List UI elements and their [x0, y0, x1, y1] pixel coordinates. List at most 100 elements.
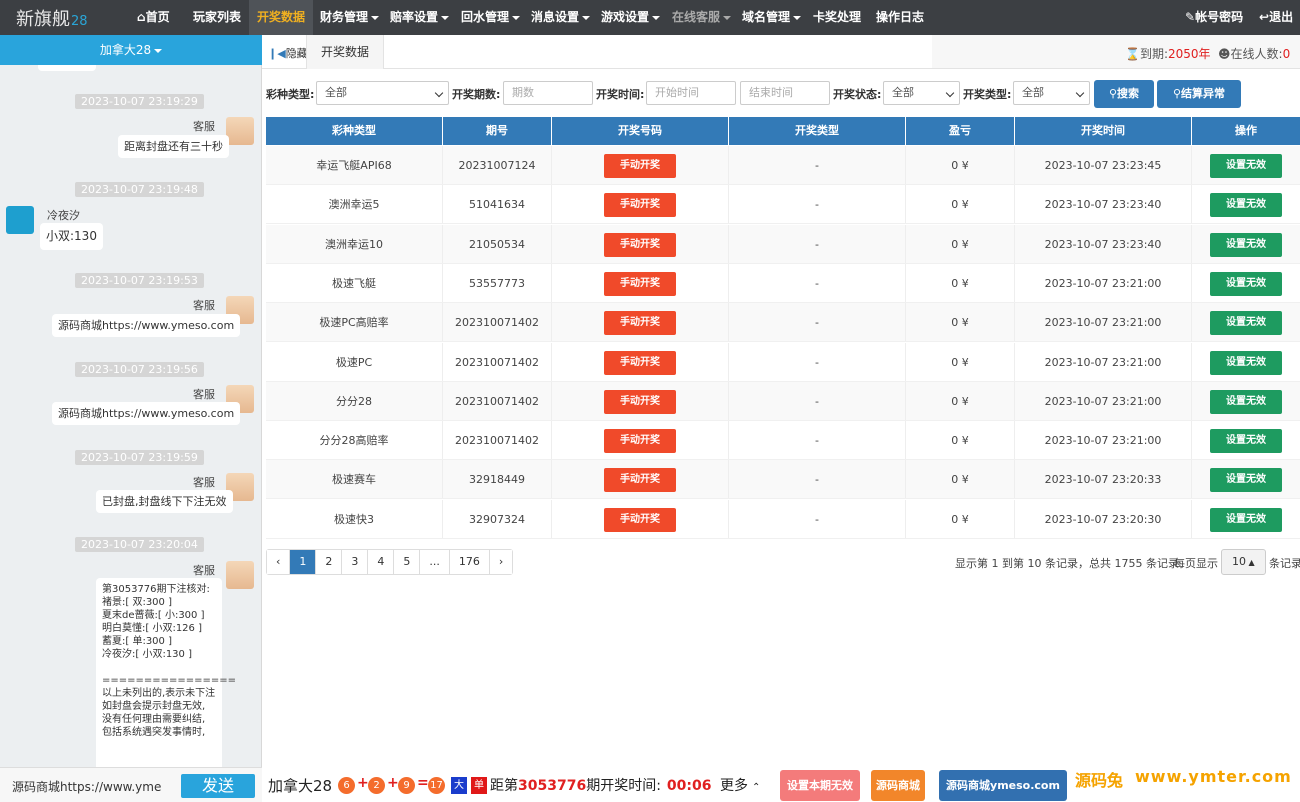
manual-draw-button[interactable]: 手动开奖 [604, 351, 676, 375]
cell-period: 20231007124 [443, 146, 552, 184]
page-button[interactable]: 176 [450, 550, 490, 574]
nav-label: 操作日志 [876, 10, 924, 24]
chat-header[interactable]: 加拿大28 [0, 35, 262, 65]
page-button[interactable]: 4 [368, 550, 394, 574]
set-invalid-button[interactable]: 设置无效 [1210, 233, 1282, 257]
page-button[interactable]: ... [420, 550, 450, 574]
nav-item-domain[interactable]: 域名管理 [742, 0, 801, 35]
per-page-select[interactable]: 10 ▲ [1221, 549, 1266, 575]
nav-label: 退出 [1269, 10, 1293, 24]
manual-draw-button[interactable]: 手动开奖 [604, 468, 676, 492]
nav-item-message[interactable]: 消息设置 [531, 0, 590, 35]
cell-lottery-type: 澳洲幸运10 [266, 225, 443, 263]
cell-draw-number: 手动开奖 [552, 421, 729, 459]
nav-item-finance[interactable]: 财务管理 [320, 0, 379, 35]
table-row: 极速PC高赔率202310071402手动开奖-0 ¥2023-10-07 23… [266, 303, 1300, 342]
chat-bubble-bet-check: 第3053776期下注核对: 褚景:[ 双:300 ] 夏末de蔷薇:[ 小:3… [96, 578, 222, 785]
start-time-input[interactable]: 开始时间 [646, 81, 736, 105]
set-invalid-button[interactable]: 设置无效 [1210, 193, 1282, 217]
brand-logo[interactable]: 新旗舰28 [16, 5, 88, 31]
button-label: 搜索 [1117, 87, 1139, 100]
result-ball: 6 [338, 777, 355, 794]
page-next-button[interactable]: › [490, 550, 512, 574]
page-button[interactable]: 1 [290, 550, 316, 574]
set-invalid-button[interactable]: 设置无效 [1210, 351, 1282, 375]
hide-sidebar-button[interactable]: ❙◀隐藏 [268, 45, 308, 61]
settle-exception-button[interactable]: ⚲结算异常 [1157, 80, 1241, 108]
nav-label: 帐号密码 [1195, 10, 1243, 24]
nav-item-players[interactable]: 玩家列表 [193, 0, 241, 35]
manual-draw-button[interactable]: 手动开奖 [604, 429, 676, 453]
cell-profit: 0 ¥ [906, 382, 1015, 420]
search-button[interactable]: ⚲搜索 [1094, 80, 1154, 108]
chat-timestamp: 2023-10-07 23:19:59 [75, 450, 204, 465]
cell-draw-kind: - [729, 185, 906, 223]
send-button[interactable]: 发送 [181, 774, 255, 798]
nav-item-card-prize[interactable]: 卡奖处理 [813, 0, 861, 35]
page-button[interactable]: 2 [316, 550, 342, 574]
set-invalid-button[interactable]: 设置无效 [1210, 154, 1282, 178]
set-period-invalid-button[interactable]: 设置本期无效 [780, 770, 860, 801]
nav-item-log[interactable]: 操作日志 [876, 0, 924, 35]
cell-draw-number: 手动开奖 [552, 343, 729, 381]
chat-line: 褚景:[ 双:300 ] [102, 596, 216, 609]
manual-draw-button[interactable]: 手动开奖 [604, 233, 676, 257]
page-button[interactable]: 3 [342, 550, 368, 574]
nav-item-online-service[interactable]: 在线客服 [672, 0, 731, 35]
manual-draw-button[interactable]: 手动开奖 [604, 390, 676, 414]
page-button[interactable]: 5 [394, 550, 420, 574]
source-shop-site-button[interactable]: 源码商城ymeso.com [939, 770, 1067, 801]
result-operator: = [417, 775, 429, 791]
nav-label: 首页 [146, 10, 170, 24]
set-invalid-button[interactable]: 设置无效 [1210, 311, 1282, 335]
table-header: 彩种类型 期号 开奖号码 开奖类型 盈亏 开奖时间 操作 [266, 117, 1300, 145]
nav-item-home[interactable]: ⌂首页 [137, 0, 170, 35]
tab-draw-data[interactable]: 开奖数据 [306, 35, 384, 69]
nav-label: 回水管理 [461, 10, 509, 24]
account-password-link[interactable]: ✎帐号密码 [1185, 0, 1243, 35]
manual-draw-button[interactable]: 手动开奖 [604, 193, 676, 217]
cell-draw-number: 手动开奖 [552, 460, 729, 498]
cell-lottery-type: 幸运飞艇API68 [266, 146, 443, 184]
more-link[interactable]: 更多⌃ [720, 775, 760, 795]
manual-draw-button[interactable]: 手动开奖 [604, 508, 676, 532]
set-invalid-button[interactable]: 设置无效 [1210, 508, 1282, 532]
result-operator: + [387, 775, 399, 791]
cell-draw-kind: - [729, 500, 906, 538]
chevron-down-icon [652, 16, 660, 20]
set-invalid-button[interactable]: 设置无效 [1210, 390, 1282, 414]
manual-draw-button[interactable]: 手动开奖 [604, 311, 676, 335]
column-header: 开奖类型 [729, 117, 906, 145]
set-invalid-button[interactable]: 设置无效 [1210, 468, 1282, 492]
filter-period-label: 开奖期数: [452, 86, 500, 102]
set-invalid-button[interactable]: 设置无效 [1210, 272, 1282, 296]
cell-draw-kind: - [729, 343, 906, 381]
chevron-down-icon [435, 89, 443, 97]
cell-draw-number: 手动开奖 [552, 264, 729, 302]
online-label: 在线人数: [1231, 47, 1283, 61]
cell-draw-number: 手动开奖 [552, 382, 729, 420]
chat-sender: 客服 [193, 562, 215, 578]
nav-item-game-settings[interactable]: 游戏设置 [601, 0, 660, 35]
chat-input[interactable] [12, 775, 162, 797]
nav-item-rebate[interactable]: 回水管理 [461, 0, 520, 35]
logout-link[interactable]: ↩退出 [1259, 0, 1293, 35]
end-time-input[interactable]: 结束时间 [740, 81, 830, 105]
source-shop-button[interactable]: 源码商城 [871, 770, 925, 801]
period-input[interactable]: 期数 [503, 81, 593, 105]
cell-draw-time: 2023-10-07 23:23:45 [1015, 146, 1192, 184]
draw-status-select[interactable]: 全部 [883, 81, 960, 105]
table-row: 分分28202310071402手动开奖-0 ¥2023-10-07 23:21… [266, 382, 1300, 421]
cell-draw-time: 2023-10-07 23:21:00 [1015, 421, 1192, 459]
set-invalid-button[interactable]: 设置无效 [1210, 429, 1282, 453]
nav-label: 游戏设置 [601, 10, 649, 24]
chat-line: 包括系统遇突发事情时, [102, 726, 216, 739]
nav-item-odds[interactable]: 赔率设置 [390, 0, 449, 35]
lottery-type-select[interactable]: 全部 [316, 81, 449, 105]
nav-item-draw-data[interactable]: 开奖数据 [249, 0, 313, 35]
manual-draw-button[interactable]: 手动开奖 [604, 272, 676, 296]
chat-messages[interactable]: 2023-10-07 23:19:29 客服 距离封盘还有三十秒 2023-10… [0, 65, 262, 802]
manual-draw-button[interactable]: 手动开奖 [604, 154, 676, 178]
draw-kind-select[interactable]: 全部 [1013, 81, 1090, 105]
page-prev-button[interactable]: ‹ [267, 550, 290, 574]
